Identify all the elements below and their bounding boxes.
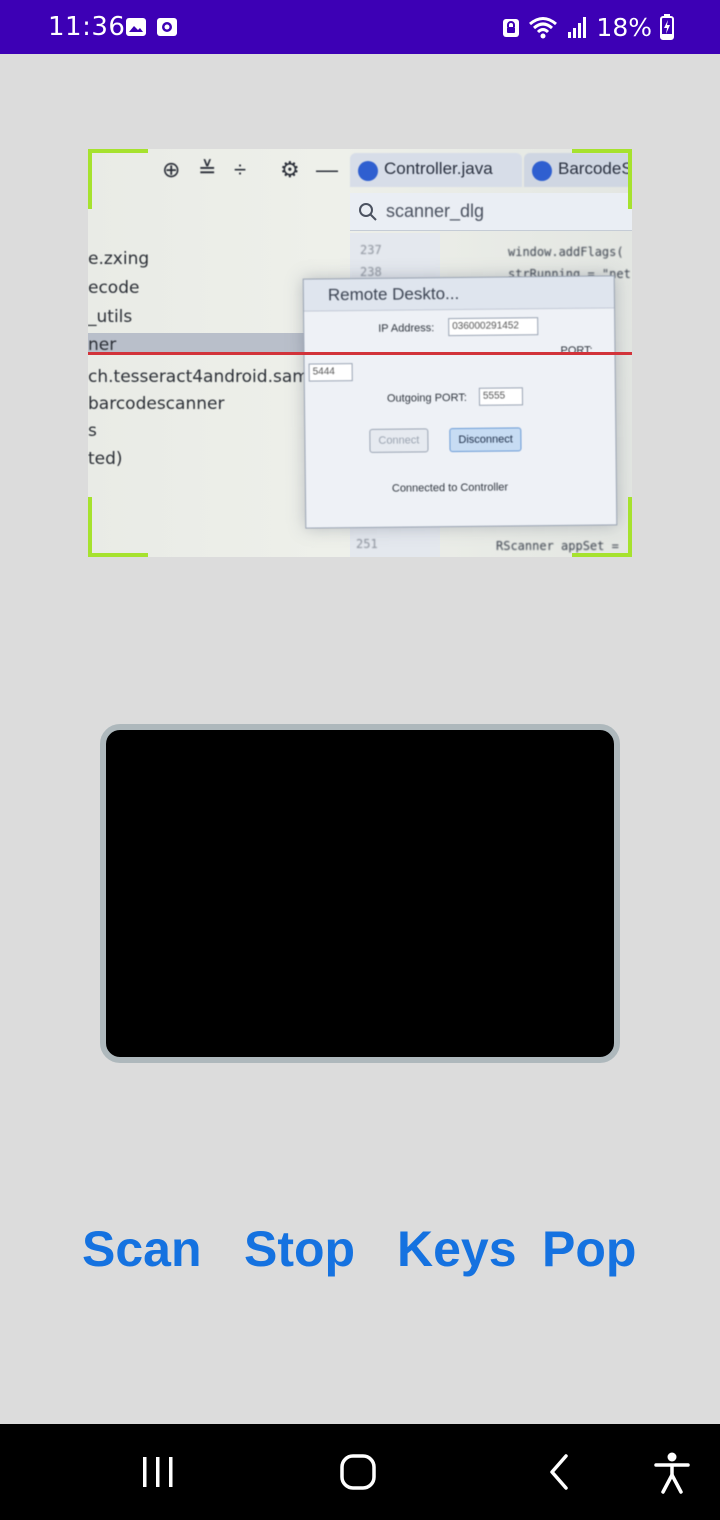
captured-line-number: 237 xyxy=(360,243,382,257)
captured-tree-item: ecode xyxy=(88,278,140,298)
signal-icon xyxy=(568,17,587,38)
captured-disconnect-button: Disconnect xyxy=(449,427,522,453)
record-icon xyxy=(157,18,177,36)
scan-line xyxy=(88,352,632,355)
viewfinder-corner xyxy=(572,149,632,209)
captured-search-text: scanner_dlg xyxy=(386,201,485,221)
captured-ip-field: 036000291452 xyxy=(448,317,539,337)
captured-outgoing-field: 5555 xyxy=(478,387,524,406)
camera-viewfinder[interactable]: e.zxing ecode _utils ner ch.tesseract4an… xyxy=(88,149,632,557)
stop-button[interactable]: Stop xyxy=(244,1222,355,1277)
battery-charging-icon xyxy=(660,14,674,40)
lock-icon xyxy=(503,19,520,37)
captured-tree-item: s xyxy=(88,421,97,441)
back-icon[interactable] xyxy=(546,1452,574,1492)
viewfinder-corner xyxy=(572,497,632,557)
minimize-icon: — xyxy=(316,157,338,182)
captured-tree-item: ch.tesseract4android.sample xyxy=(88,367,335,387)
keys-button[interactable]: Keys xyxy=(397,1222,517,1277)
captured-tree-item: barcodescanner xyxy=(88,394,225,414)
captured-status-text: Connected to Controller xyxy=(391,481,509,495)
home-icon[interactable] xyxy=(338,1452,378,1492)
captured-dialog-title: Remote Deskto... xyxy=(303,276,615,312)
captured-line-number: 251 xyxy=(356,537,378,551)
viewfinder-corner xyxy=(88,497,148,557)
captured-tab: Controller.java xyxy=(350,153,522,187)
captured-port-field: 5444 xyxy=(308,363,353,382)
pop-button[interactable]: Pop xyxy=(542,1222,636,1277)
battery-percent: 18% xyxy=(596,12,652,42)
expand-icon: ÷ xyxy=(234,157,247,182)
status-icons: 18% xyxy=(502,12,674,42)
status-bar: 11:36 18% xyxy=(0,0,720,54)
status-time: 11:36 xyxy=(48,12,126,42)
crosshair-icon: ⊕ xyxy=(162,157,181,182)
recent-apps-icon[interactable] xyxy=(140,1452,176,1492)
search-icon xyxy=(359,203,377,221)
captured-connect-button: Connect xyxy=(369,428,429,453)
gear-icon: ⚙ xyxy=(280,157,300,182)
viewfinder-corner xyxy=(88,149,148,209)
wifi-icon xyxy=(529,17,558,39)
captured-ip-label: IP Address: xyxy=(378,322,435,335)
captured-tree-item: ted) xyxy=(88,449,123,469)
class-icon xyxy=(358,161,378,181)
collapse-icon: ≚ xyxy=(198,157,217,182)
captured-remote-dialog: Remote Deskto... IP Address: 03600029145… xyxy=(302,275,618,529)
captured-tree-item: _utils xyxy=(88,307,133,327)
captured-port-label: PORT: xyxy=(560,344,593,357)
captured-code-line: window.addFlags( xyxy=(508,245,624,259)
accessibility-icon[interactable] xyxy=(652,1452,692,1494)
captured-tree-item: e.zxing xyxy=(88,249,150,269)
image-icon xyxy=(126,18,146,36)
navigation-bar xyxy=(0,1424,720,1520)
class-icon xyxy=(532,161,552,181)
captured-tab-label: Controller.java xyxy=(384,159,493,178)
result-preview-panel xyxy=(100,724,620,1063)
captured-outgoing-label: Outgoing PORT: xyxy=(386,391,467,405)
scan-button[interactable]: Scan xyxy=(82,1222,202,1277)
